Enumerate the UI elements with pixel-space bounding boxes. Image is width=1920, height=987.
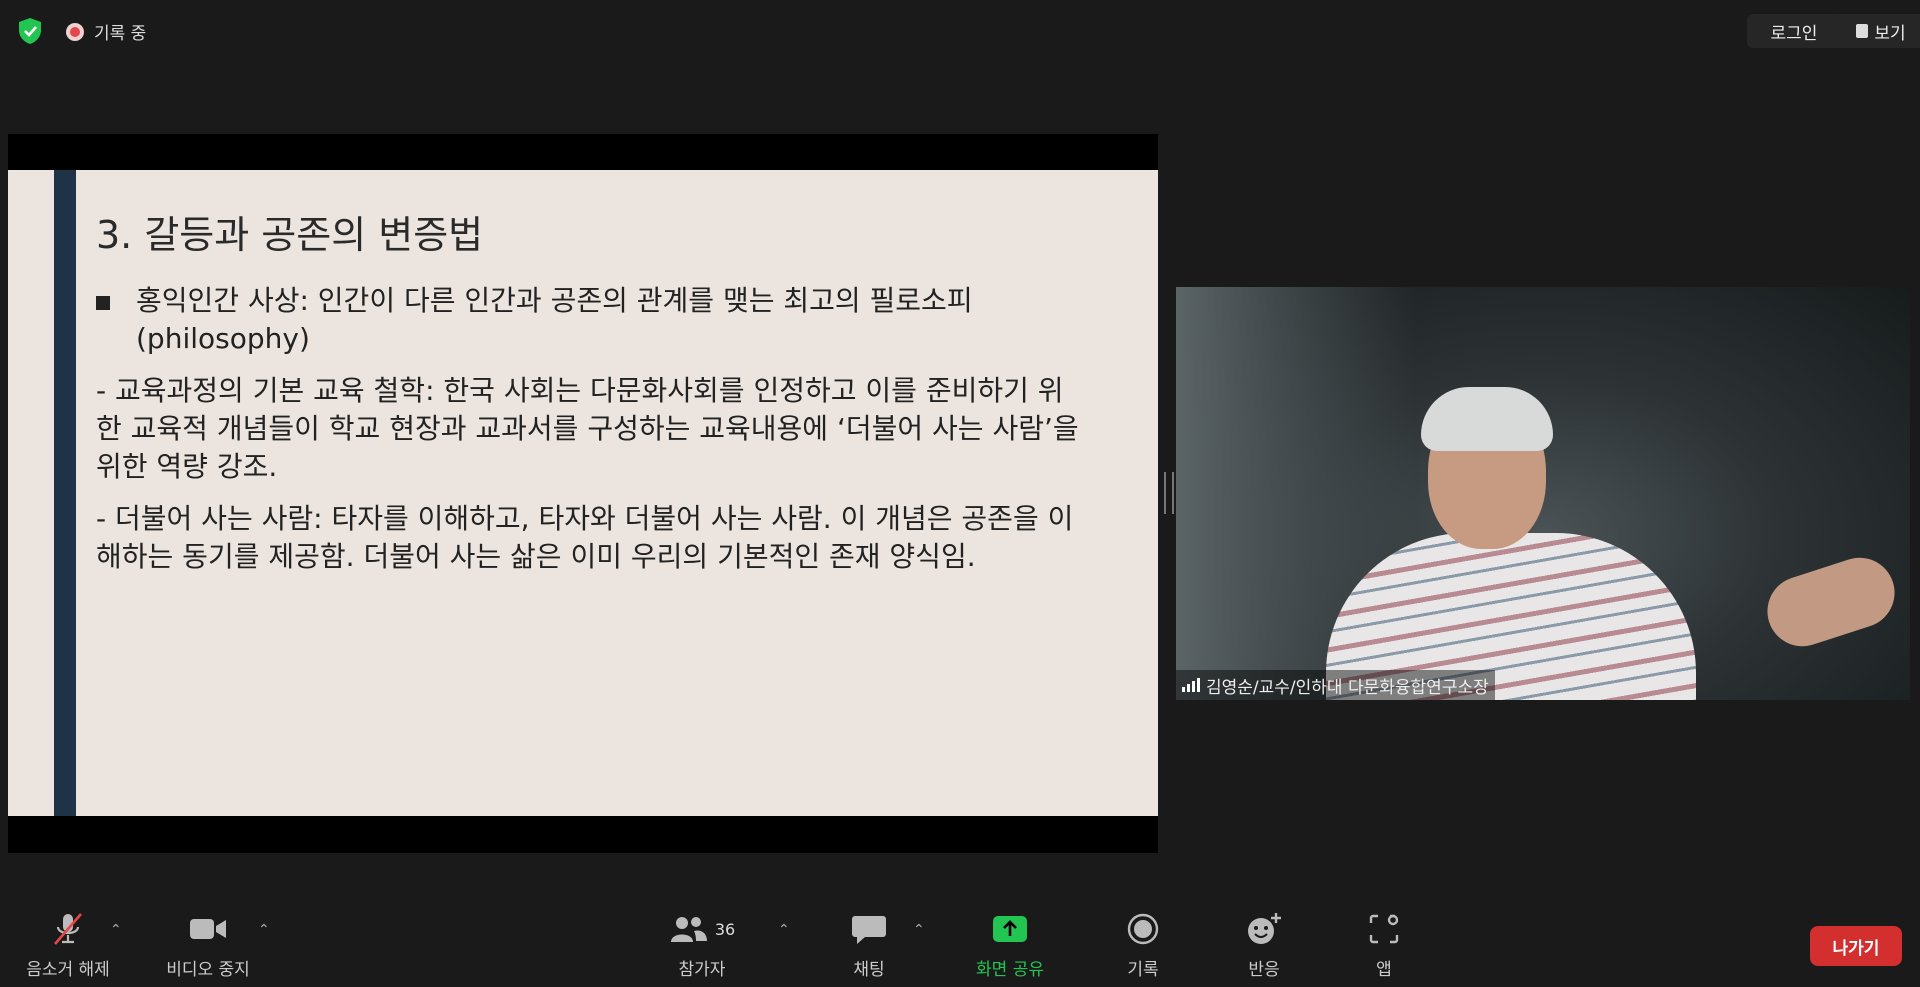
video-options-chevron-icon[interactable]: ⌃ (258, 922, 270, 938)
participant-video-tile[interactable]: 김영순/교수/인하대 다문화융합연구소장 (1176, 287, 1910, 700)
slide-title: 3. 갈등과 공존의 변증법 (96, 213, 484, 257)
view-button[interactable]: 보기 (1833, 14, 1920, 48)
recording-indicator[interactable]: 기록 중 (66, 19, 146, 44)
apps-label: 앱 (1376, 960, 1392, 980)
stop-video-label: 비디오 중지 (166, 960, 250, 980)
presentation-slide: 3. 갈등과 공존의 변증법 홍익인간 사상: 인간이 다른 인간과 공존의 관… (8, 170, 1158, 816)
share-screen-button[interactable]: 화면 공유 (950, 908, 1070, 980)
unmute-label: 음소거 해제 (26, 960, 110, 980)
slide-paragraph-2: - 더불어 사는 사람: 타자를 이해하고, 타자와 더불어 사는 사람. 이 … (96, 502, 1074, 573)
recording-label: 기록 중 (94, 24, 147, 44)
login-button[interactable]: 로그인 (1747, 14, 1841, 48)
reactions-label: 반응 (1248, 960, 1280, 980)
share-screen-icon (992, 908, 1028, 950)
slide-paragraph-1: - 교육과정의 기본 교육 철학: 한국 사회는 다문화사회를 인정하고 이를 … (96, 374, 1079, 483)
leave-meeting-button[interactable]: 나가기 (1810, 926, 1902, 966)
audio-options-chevron-icon[interactable]: ⌃ (110, 922, 122, 938)
participant-name-tag: 김영순/교수/인하대 다문화융합연구소장 (1176, 670, 1495, 700)
slide-bullet: 홍익인간 사상: 인간이 다른 인간과 공존의 관계를 맺는 최고의 필로소피(… (96, 282, 1086, 358)
participants-label: 참가자 (678, 960, 726, 980)
shared-screen: 3. 갈등과 공존의 변증법 홍익인간 사상: 인간이 다른 인간과 공존의 관… (8, 134, 1158, 853)
chat-options-chevron-icon[interactable]: ⌃ (913, 922, 925, 938)
participants-options-chevron-icon[interactable]: ⌃ (778, 922, 790, 938)
recording-dot-icon (66, 22, 84, 41)
share-screen-label: 화면 공유 (976, 960, 1044, 980)
view-layout-icon (1856, 24, 1869, 38)
signal-strength-icon (1182, 678, 1200, 692)
participants-count: 36 (714, 919, 736, 939)
video-camera-icon (188, 908, 228, 950)
stop-video-button[interactable]: 비디오 중지 (148, 908, 268, 980)
unmute-button[interactable]: 음소거 해제 (8, 908, 128, 980)
participants-button[interactable]: 36 참가자 (642, 908, 762, 980)
slide-bullet-text: 홍익인간 사상: 인간이 다른 인간과 공존의 관계를 맺는 최고의 필로소피(… (136, 284, 973, 355)
apps-icon (1368, 908, 1400, 950)
record-label: 기록 (1127, 960, 1159, 980)
meeting-topbar: 기록 중 로그인 보기 (0, 0, 1920, 60)
chat-button[interactable]: 채팅 (809, 908, 929, 980)
record-icon (1127, 908, 1159, 950)
meeting-toolbar: 음소거 해제 ⌃ 비디오 중지 ⌃ 36 참가자 ⌃ 채팅 ⌃ 화면 공유 기록 (0, 900, 1920, 987)
participant-name: 김영순/교수/인하대 다문화융합연구소장 (1206, 677, 1489, 698)
slide-accent-bar (54, 170, 76, 816)
bullet-square-icon (96, 296, 110, 310)
view-label: 보기 (1874, 23, 1906, 44)
security-shield-icon[interactable] (16, 17, 44, 45)
smiley-plus-icon (1245, 908, 1283, 950)
reactions-button[interactable]: 반응 (1204, 908, 1324, 980)
slide-body: 홍익인간 사상: 인간이 다른 인간과 공존의 관계를 맺는 최고의 필로소피(… (96, 282, 1086, 576)
participant-hand (1758, 548, 1904, 656)
record-button[interactable]: 기록 (1083, 908, 1203, 980)
chat-bubble-icon (851, 908, 887, 950)
split-view-resize-handle[interactable] (1164, 472, 1174, 514)
chat-label: 채팅 (853, 960, 885, 980)
participants-icon (670, 917, 707, 942)
muted-mic-icon (51, 908, 85, 950)
participant-hair (1421, 387, 1553, 451)
participants-icon-group: 36 (669, 908, 735, 950)
apps-button[interactable]: 앱 (1324, 908, 1444, 980)
